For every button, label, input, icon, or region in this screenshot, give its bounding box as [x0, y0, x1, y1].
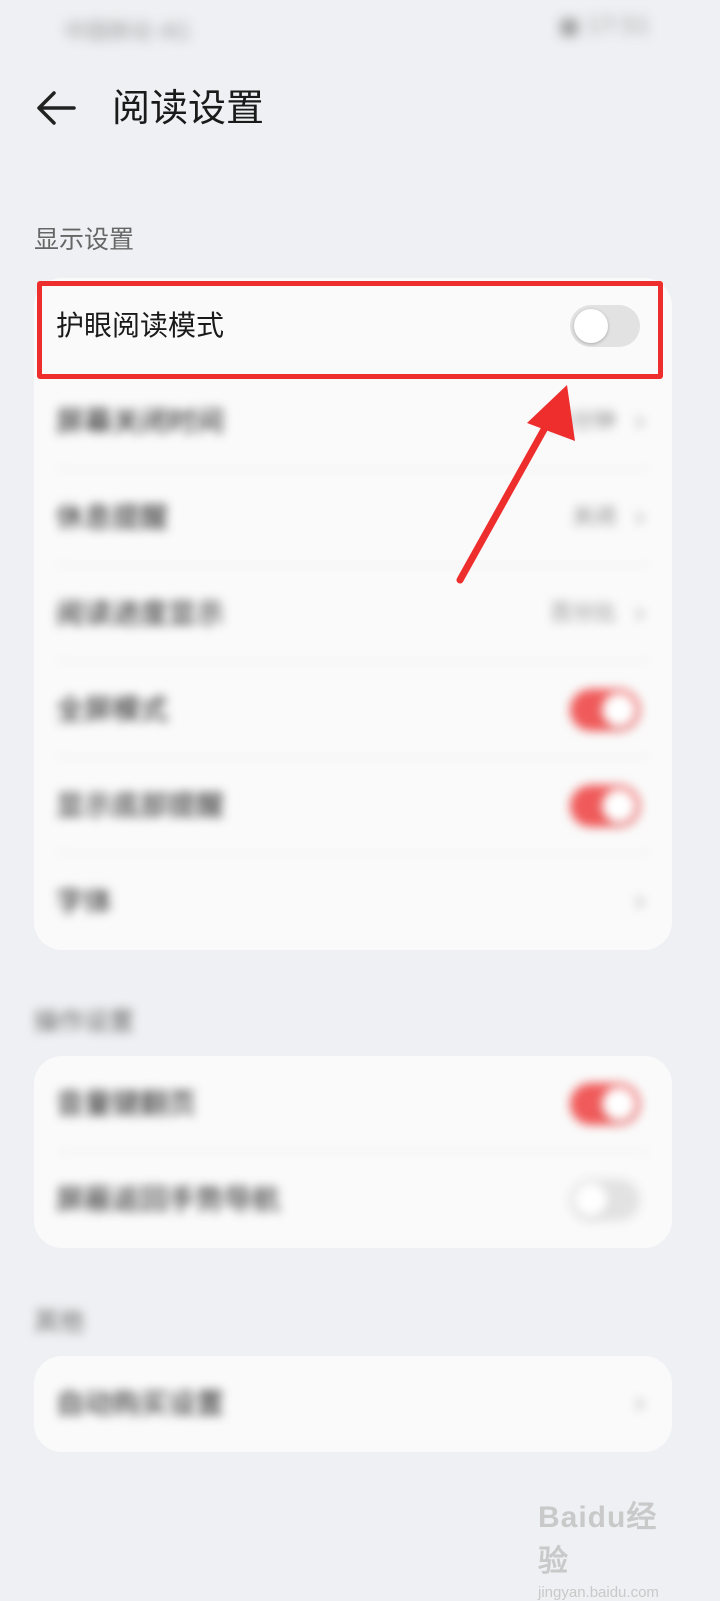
setting-row-progress-display[interactable]: 阅读进度显示 百分比 ›: [34, 566, 672, 662]
setting-row-eye-protection[interactable]: 护眼阅读模式: [34, 278, 672, 374]
back-button[interactable]: [30, 80, 86, 136]
carrier-text: 中国移动 4G: [64, 20, 191, 45]
other-settings-card: 自动购买设置 ›: [34, 1356, 672, 1452]
eye-protection-toggle[interactable]: [570, 305, 640, 347]
setting-row-rest-reminder[interactable]: 休息提醒 关闭 ›: [34, 470, 672, 566]
watermark-logo: Baidu经验: [538, 1501, 658, 1578]
header: 阅读设置: [0, 70, 720, 150]
setting-value: 15分钟: [544, 409, 616, 434]
setting-label: 全屏模式: [56, 693, 169, 726]
setting-label: 自动购买设置: [56, 1387, 225, 1420]
setting-value: 百分比: [549, 601, 616, 626]
status-bar: 中国移动 4G ■ 17:51: [0, 0, 720, 56]
setting-label: 休息提醒: [56, 501, 169, 534]
setting-value: 关闭: [571, 505, 616, 530]
arrow-left-icon: [37, 91, 76, 125]
operation-settings-card: 音量键翻页 屏蔽返回手势导航: [34, 1056, 672, 1248]
volume-key-toggle[interactable]: [570, 1083, 640, 1125]
setting-label: 音量键翻页: [56, 1087, 197, 1120]
section-title-display: 显示设置: [34, 225, 135, 254]
section-title-operation: 操作设置: [34, 1007, 135, 1036]
setting-label: 字体: [56, 885, 113, 918]
fullscreen-toggle[interactable]: [570, 689, 640, 731]
section-title-other: 其他: [34, 1307, 85, 1336]
setting-label: 屏蔽返回手势导航: [56, 1183, 281, 1216]
setting-label: 屏幕关闭时间: [56, 405, 225, 438]
watermark-url: jingyan.baidu.com: [538, 1584, 659, 1601]
setting-row-bottom-reminder[interactable]: 显示底部提醒: [34, 758, 672, 854]
setting-row-font[interactable]: 字体 ›: [34, 854, 672, 950]
chevron-right-icon: ›: [634, 404, 646, 439]
chevron-right-icon: ›: [634, 500, 646, 535]
baidu-watermark: Baidu经验 jingyan.baidu.com: [538, 1492, 688, 1601]
chevron-right-icon: ›: [634, 1386, 646, 1421]
chevron-right-icon: ›: [634, 596, 646, 631]
setting-row-fullscreen[interactable]: 全屏模式: [34, 662, 672, 758]
display-settings-card: 护眼阅读模式 屏幕关闭时间 15分钟 › 休息提醒 关闭 › 阅读进度显示 百分…: [34, 278, 672, 950]
setting-row-volume-key[interactable]: 音量键翻页: [34, 1056, 672, 1152]
block-gesture-toggle[interactable]: [570, 1179, 640, 1221]
setting-label: 护眼阅读模式: [56, 309, 225, 342]
chevron-right-icon: ›: [634, 884, 646, 919]
setting-label: 阅读进度显示: [56, 597, 225, 630]
setting-label: 显示底部提醒: [56, 789, 225, 822]
setting-row-block-gesture[interactable]: 屏蔽返回手势导航: [34, 1152, 672, 1248]
bottom-reminder-toggle[interactable]: [570, 785, 640, 827]
battery-time-text: ■ 17:51: [558, 14, 650, 39]
setting-row-auto-purchase[interactable]: 自动购买设置 ›: [34, 1356, 672, 1452]
setting-row-screen-off-time[interactable]: 屏幕关闭时间 15分钟 ›: [34, 374, 672, 470]
page-title: 阅读设置: [112, 86, 265, 130]
